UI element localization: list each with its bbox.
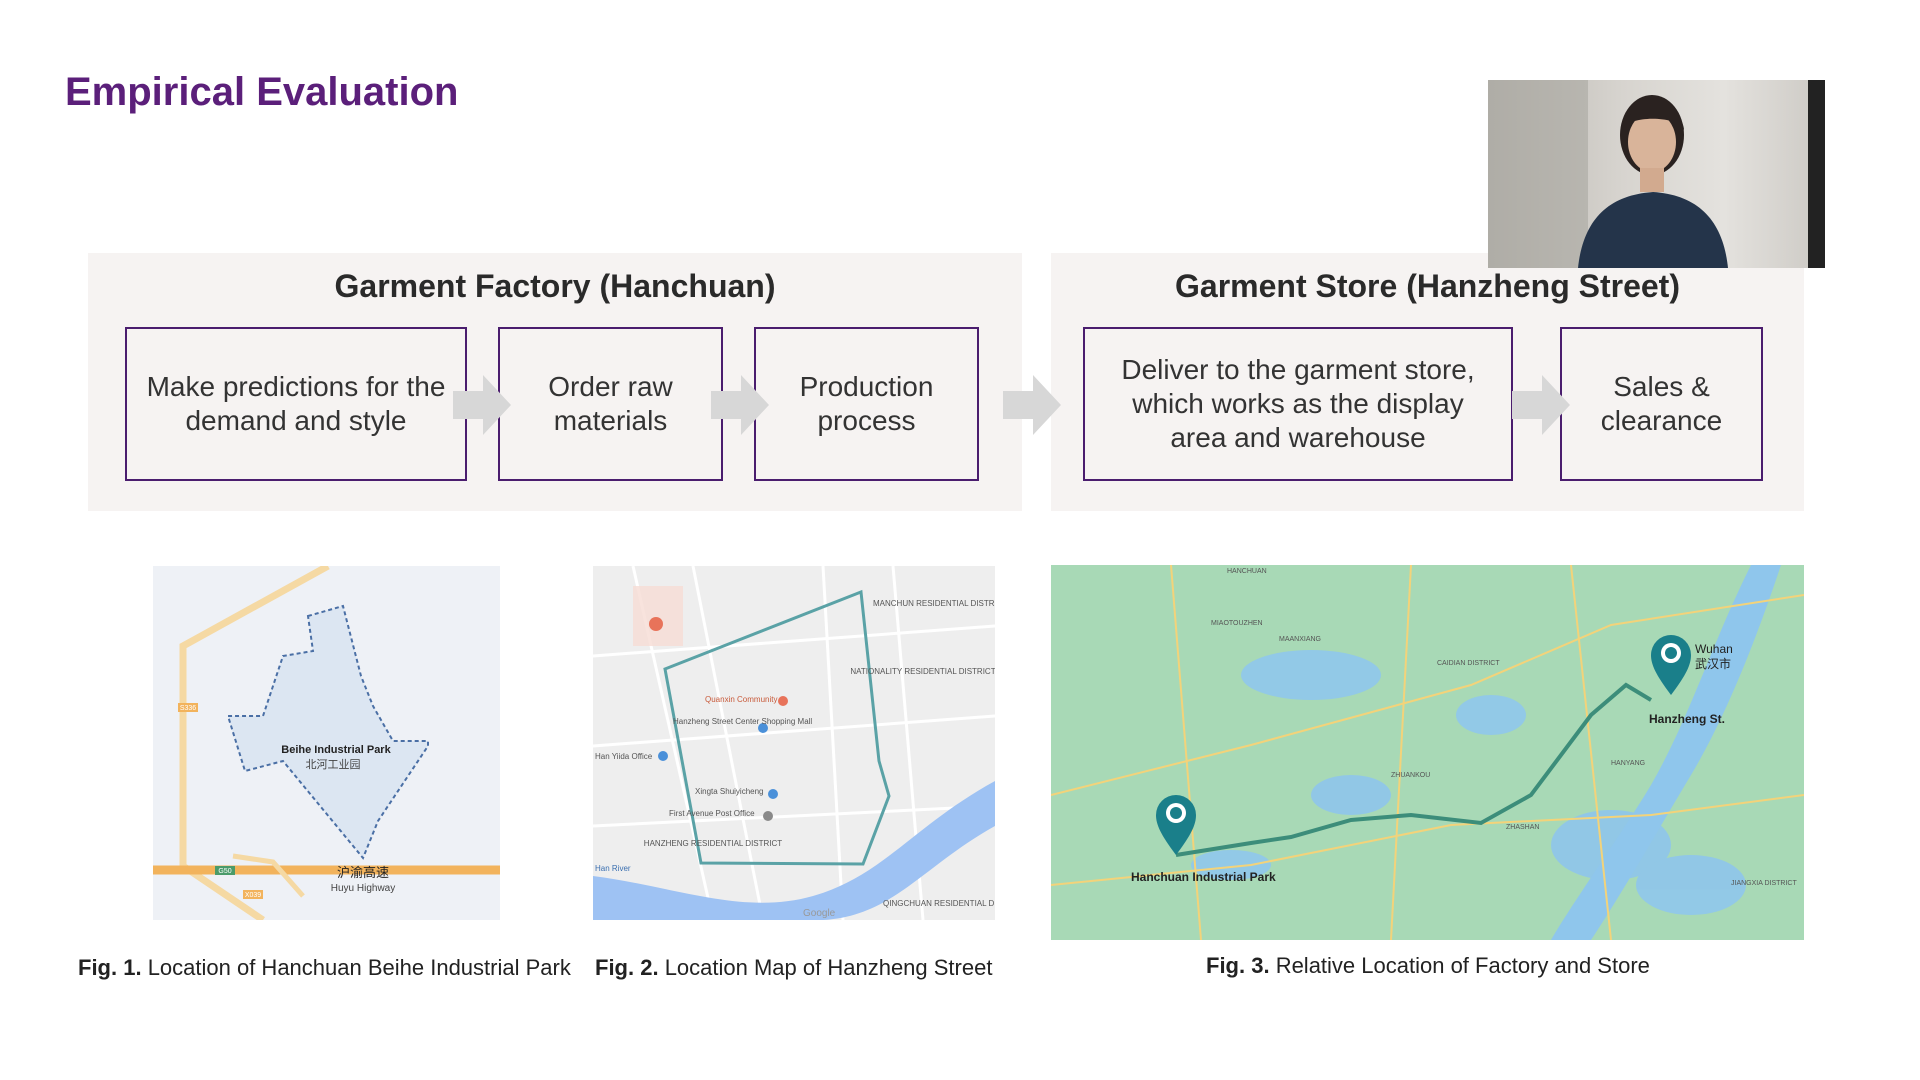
road-badge-label: X039 <box>245 892 261 899</box>
map-label: HANCHUAN <box>1227 568 1267 575</box>
step-line: Production <box>799 371 934 402</box>
fig3-map-drawing: Hanchuan Industrial Park Hanzheng St. Wu… <box>1051 565 1804 940</box>
map-label: HANYANG <box>1611 760 1645 767</box>
step-line: materials <box>553 405 668 436</box>
fig3-caption: Fig. 3. Relative Location of Factory and… <box>1206 953 1650 979</box>
red-pin-icon <box>649 617 663 631</box>
map-label: MAANXIANG <box>1279 636 1321 643</box>
park-name-cn: 北河工业园 <box>306 758 361 771</box>
city-label-cn: 武汉市 <box>1695 656 1731 671</box>
flow-arrow-icon <box>453 375 511 435</box>
fig2-map: MANCHUN RESIDENTIAL DISTRICT NATIONALITY… <box>593 566 995 920</box>
fig3-caption-text: Relative Location of Factory and Store <box>1275 953 1650 978</box>
map-label: Hanzheng Street Center Shopping Mall <box>673 717 812 726</box>
map-label: QINGCHUAN RESIDENTIAL DISTRICT <box>883 899 995 908</box>
step-line: Deliver to the garment store, <box>1121 354 1475 385</box>
step-production: Production process <box>754 327 979 481</box>
poi-marker <box>768 789 778 799</box>
map-label: ZHUANKOU <box>1391 772 1430 779</box>
step-line: clearance <box>1600 405 1723 436</box>
slide-title: Empirical Evaluation <box>65 70 459 114</box>
factory-label: Hanchuan Industrial Park <box>1131 870 1276 884</box>
store-label: Hanzheng St. <box>1649 712 1725 726</box>
fig2-caption-text: Location Map of Hanzheng Street <box>664 955 993 980</box>
fig3-map: Hanchuan Industrial Park Hanzheng St. Wu… <box>1051 565 1804 940</box>
fig1-caption-text: Location of Hanchuan Beihe Industrial Pa… <box>147 955 571 980</box>
fig3-label: Fig. 3. <box>1206 953 1270 978</box>
factory-panel-title: Garment Factory (Hanchuan) <box>334 268 776 304</box>
fig1-label: Fig. 1. <box>78 955 142 980</box>
map-label: JIANGXIA DISTRICT <box>1731 880 1797 887</box>
city-label-en: Wuhan <box>1695 642 1733 656</box>
road-badge-label: S336 <box>180 705 196 712</box>
park-name-en: Beihe Industrial Park <box>281 744 391 756</box>
road-badge-label: G50 <box>218 868 231 875</box>
flow-arrow-icon <box>1003 375 1061 435</box>
fig2-label: Fig. 2. <box>595 955 659 980</box>
fig1-map: Beihe Industrial Park 北河工业园 沪渝高速 Huyu Hi… <box>153 566 500 920</box>
map-label: NATIONALITY RESIDENTIAL DISTRICT <box>850 667 995 676</box>
highway-name-cn: 沪渝高速 <box>337 865 389 881</box>
fig1-caption: Fig. 1. Location of Hanchuan Beihe Indus… <box>78 955 571 981</box>
step-sales: Sales & clearance <box>1560 327 1763 481</box>
fig2-map-drawing: MANCHUN RESIDENTIAL DISTRICT NATIONALITY… <box>593 566 995 920</box>
map-label: Han River <box>595 864 631 873</box>
map-label: MANCHUN RESIDENTIAL DISTRICT <box>873 599 995 608</box>
step-line: Sales & <box>1613 371 1710 402</box>
map-label: CAIDIAN DISTRICT <box>1437 660 1500 667</box>
store-panel-title: Garment Store (Hanzheng Street) <box>1175 268 1680 304</box>
map-label: MIAOTOUZHEN <box>1211 620 1263 627</box>
poi-marker <box>658 751 668 761</box>
webcam-video[interactable] <box>1488 80 1825 268</box>
map-label: First Avenue Post Office <box>669 809 755 818</box>
step-line: Make predictions for the <box>146 371 446 402</box>
map-label: Xingta Shuiyicheng <box>695 787 764 796</box>
map-label: ZHASHAN <box>1506 824 1539 831</box>
flow-arrow-icon <box>711 375 769 435</box>
step-line: demand and style <box>185 405 407 436</box>
fig1-map-drawing: Beihe Industrial Park 北河工业园 沪渝高速 Huyu Hi… <box>153 566 500 920</box>
step-order-materials: Order raw materials <box>498 327 723 481</box>
google-logo: Google <box>803 908 836 919</box>
step-make-predictions: Make predictions for the demand and style <box>125 327 467 481</box>
step-line: Order raw <box>548 371 673 402</box>
poi-marker <box>778 696 788 706</box>
step-deliver: Deliver to the garment store, which works… <box>1083 327 1513 481</box>
step-line: area and warehouse <box>1170 422 1426 453</box>
map-label: Quanxin Community <box>705 695 777 704</box>
highway-name-en: Huyu Highway <box>331 883 395 894</box>
map-label: HANZHENG RESIDENTIAL DISTRICT <box>644 839 782 848</box>
presenter-video-frame <box>1488 80 1825 268</box>
flow-arrow-icon <box>1512 375 1570 435</box>
fig2-caption: Fig. 2. Location Map of Hanzheng Street <box>595 955 992 981</box>
step-line: process <box>817 405 916 436</box>
step-line: which works as the display <box>1132 388 1464 419</box>
map-label: Han Yiida Office <box>595 752 653 761</box>
poi-marker <box>763 811 773 821</box>
